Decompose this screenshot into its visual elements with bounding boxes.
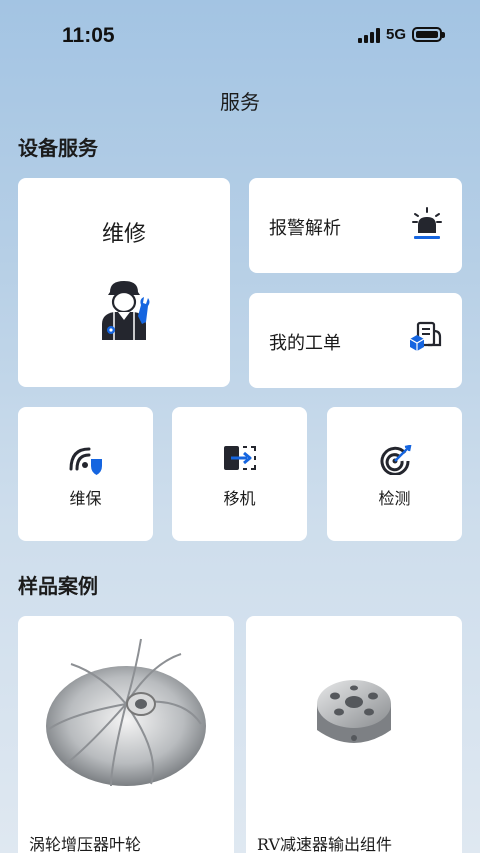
alarm-analysis-label: 报警解析 xyxy=(269,218,341,239)
turbo-impeller-image xyxy=(18,616,234,811)
network-type: 5G xyxy=(385,26,406,43)
repair-card[interactable]: 维修 xyxy=(18,178,230,387)
status-icons: 5G xyxy=(357,26,445,43)
rv-reducer-image xyxy=(246,616,462,811)
inspect-label: 检测 xyxy=(378,489,411,508)
relocate-card[interactable]: 移机 xyxy=(172,407,307,541)
alarm-light-icon xyxy=(412,206,442,244)
battery-icon xyxy=(412,27,445,42)
sample-card-rv-reducer[interactable]: RV减速器输出组件 xyxy=(246,616,462,853)
status-bar: 11:05 5G xyxy=(0,0,480,70)
repair-label: 维修 xyxy=(101,222,146,247)
work-order-card[interactable]: 我的工单 xyxy=(249,293,462,388)
work-order-label: 我的工单 xyxy=(269,333,341,354)
section-title-equipment: 设备服务 xyxy=(18,136,98,160)
sample-card-turbo-impeller[interactable]: 涡轮增压器叶轮 xyxy=(18,616,234,853)
work-order-icon xyxy=(408,321,442,357)
maintenance-card[interactable]: 维保 xyxy=(18,407,153,541)
alarm-analysis-card[interactable]: 报警解析 xyxy=(249,178,462,273)
signal-icon xyxy=(357,27,380,43)
inspect-card[interactable]: 检测 xyxy=(327,407,462,541)
shield-signal-icon xyxy=(69,445,103,479)
relocate-label: 移机 xyxy=(223,489,256,508)
maintenance-label: 维保 xyxy=(69,489,102,508)
status-time: 11:05 xyxy=(62,24,115,47)
mechanic-icon xyxy=(96,278,152,346)
sample-label-rv-reducer: RV减速器输出组件 xyxy=(257,835,393,853)
page-title: 服务 xyxy=(220,90,260,114)
move-machine-icon xyxy=(223,445,257,475)
target-detect-icon xyxy=(378,444,412,479)
sample-label-turbo-impeller: 涡轮增压器叶轮 xyxy=(29,835,142,853)
section-title-samples: 样品案例 xyxy=(18,574,98,598)
